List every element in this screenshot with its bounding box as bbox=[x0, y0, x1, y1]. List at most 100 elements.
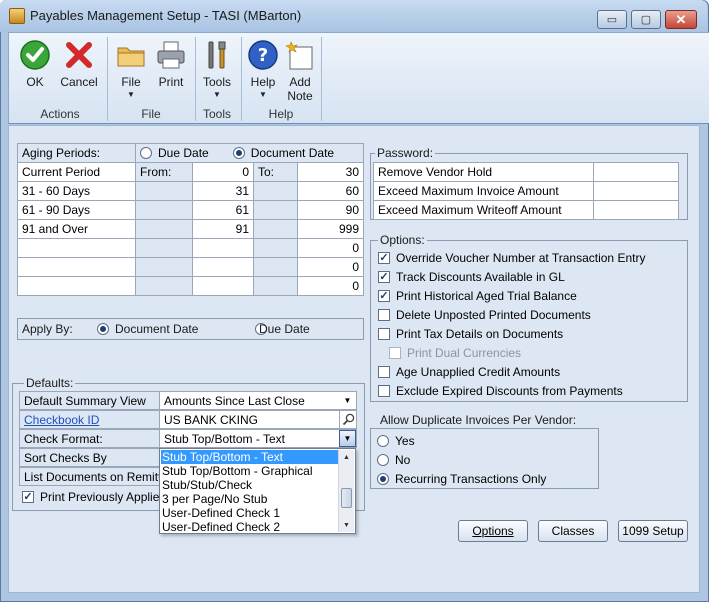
apply-document-date-radio[interactable] bbox=[97, 323, 109, 335]
option-row[interactable]: ✓ Track Discounts Available in GL bbox=[378, 270, 565, 284]
ok-button[interactable]: OK bbox=[15, 39, 55, 103]
scroll-up-icon[interactable]: ▲ bbox=[339, 450, 354, 464]
document-date-radio[interactable] bbox=[232, 147, 245, 159]
duplicate-recurring-row[interactable]: Recurring Transactions Only bbox=[377, 472, 546, 486]
magnifier-icon bbox=[342, 413, 354, 426]
option-row[interactable]: ✓ Print Historical Aged Trial Balance bbox=[378, 289, 577, 303]
option-label: Age Unapplied Credit Amounts bbox=[396, 365, 561, 379]
aging-period-name-cell[interactable] bbox=[17, 276, 136, 296]
option-row[interactable]: Print Dual Currencies bbox=[389, 346, 521, 360]
check-format-option[interactable]: User-Defined Check 1 bbox=[161, 506, 339, 520]
aging-from-cell[interactable]: 61 bbox=[192, 200, 254, 220]
option-checkbox[interactable]: ✓ bbox=[378, 252, 390, 264]
checkbook-id-link[interactable]: Checkbook ID bbox=[24, 413, 99, 427]
dropdown-scrollbar[interactable]: ▲ ▼ bbox=[338, 450, 354, 532]
duplicate-recurring-label: Recurring Transactions Only bbox=[395, 472, 547, 486]
scroll-down-icon[interactable]: ▼ bbox=[339, 518, 354, 532]
cancel-button[interactable]: Cancel bbox=[57, 39, 101, 103]
help-menu-button[interactable]: ? Help ▼ bbox=[245, 39, 281, 103]
help-question-icon: ? bbox=[247, 39, 279, 71]
check-format-option[interactable]: Stub Top/Bottom - Graphical bbox=[161, 464, 339, 478]
duplicate-yes-radio[interactable] bbox=[377, 435, 389, 447]
option-checkbox[interactable] bbox=[378, 328, 390, 340]
print-button[interactable]: Print bbox=[153, 39, 189, 103]
aging-period-name-cell[interactable]: 31 - 60 Days bbox=[17, 181, 136, 201]
aging-to-label-cell bbox=[253, 219, 298, 239]
check-format-option[interactable]: 3 per Page/No Stub bbox=[161, 492, 339, 506]
option-checkbox[interactable] bbox=[378, 366, 390, 378]
aging-from-label-cell bbox=[135, 181, 193, 201]
svg-text:?: ? bbox=[258, 45, 268, 66]
note-icon bbox=[284, 39, 316, 71]
option-row[interactable]: Delete Unposted Printed Documents bbox=[378, 308, 591, 322]
checkbook-id-field[interactable]: US BANK CKING bbox=[159, 410, 357, 429]
aging-period-name-cell[interactable] bbox=[17, 257, 136, 277]
options-button[interactable]: Options bbox=[458, 520, 528, 542]
group-separator bbox=[195, 37, 196, 121]
check-format-select[interactable]: Stub Top/Bottom - Text ▼ bbox=[159, 429, 357, 448]
aging-period-name-cell[interactable]: 91 and Over bbox=[17, 219, 136, 239]
tools-menu-button[interactable]: Tools ▼ bbox=[199, 39, 235, 103]
duplicate-recurring-radio[interactable] bbox=[377, 473, 389, 485]
duplicate-no-row[interactable]: No bbox=[377, 453, 410, 467]
option-row[interactable]: ✓ Override Voucher Number at Transaction … bbox=[378, 251, 645, 265]
option-checkbox[interactable]: ✓ bbox=[378, 271, 390, 283]
option-row[interactable]: Print Tax Details on Documents bbox=[378, 327, 563, 341]
aging-to-cell[interactable]: 999 bbox=[297, 219, 364, 239]
option-row[interactable]: Age Unapplied Credit Amounts bbox=[378, 365, 560, 379]
option-checkbox[interactable] bbox=[378, 309, 390, 321]
add-note-button[interactable]: Add Note bbox=[281, 39, 319, 103]
close-button[interactable]: ✕ bbox=[665, 10, 697, 29]
lookup-button[interactable] bbox=[339, 411, 356, 428]
option-checkbox[interactable] bbox=[389, 347, 401, 359]
password-input[interactable] bbox=[593, 200, 679, 220]
aging-to-label-cell bbox=[253, 238, 298, 258]
aging-from-cell[interactable] bbox=[192, 276, 254, 296]
aging-from-cell[interactable]: 31 bbox=[192, 181, 254, 201]
checkbook-id-label[interactable]: Checkbook ID bbox=[19, 410, 160, 429]
scroll-thumb[interactable] bbox=[341, 488, 352, 508]
aging-to-cell[interactable]: 90 bbox=[297, 200, 364, 220]
check-format-option[interactable]: Stub/Stub/Check bbox=[161, 478, 339, 492]
due-date-radio[interactable] bbox=[140, 147, 152, 159]
aging-to-label-cell bbox=[253, 257, 298, 277]
aging-to-cell[interactable]: 60 bbox=[297, 181, 364, 201]
aging-from-cell[interactable] bbox=[192, 238, 254, 258]
aging-from-cell[interactable]: 0 bbox=[192, 162, 254, 182]
group-label-tools: Tools bbox=[202, 107, 231, 121]
chevron-down-icon[interactable]: ▼ bbox=[339, 392, 356, 409]
option-row[interactable]: Exclude Expired Discounts from Payments bbox=[378, 384, 623, 398]
duplicate-no-radio[interactable] bbox=[377, 454, 389, 466]
aging-period-name-cell[interactable] bbox=[17, 238, 136, 258]
password-input[interactable] bbox=[593, 181, 679, 201]
aging-period-name-cell[interactable]: 61 - 90 Days bbox=[17, 200, 136, 220]
classes-button-label: Classes bbox=[551, 524, 595, 538]
aging-from-cell[interactable] bbox=[192, 257, 254, 277]
aging-period-name-cell[interactable]: Current Period bbox=[17, 162, 136, 182]
minimize-button[interactable]: ▭ bbox=[597, 10, 627, 29]
option-checkbox[interactable] bbox=[378, 385, 390, 397]
default-summary-view-select[interactable]: Amounts Since Last Close ▼ bbox=[159, 391, 357, 410]
duplicate-yes-row[interactable]: Yes bbox=[377, 434, 415, 448]
title-bar[interactable]: Payables Management Setup - TASI (MBarto… bbox=[0, 0, 707, 32]
print-previously-applied-checkbox[interactable]: ✓ bbox=[22, 491, 34, 503]
option-checkbox[interactable]: ✓ bbox=[378, 290, 390, 302]
check-format-option[interactable]: Stub Top/Bottom - Text bbox=[161, 450, 339, 464]
1099-setup-button[interactable]: 1099 Setup bbox=[618, 520, 688, 542]
aging-from-cell[interactable]: 91 bbox=[192, 219, 254, 239]
print-previously-applied-row[interactable]: ✓ Print Previously Applied D bbox=[22, 490, 178, 504]
aging-to-cell[interactable]: 0 bbox=[297, 238, 364, 258]
maximize-button[interactable]: ▢ bbox=[631, 10, 661, 29]
aging-periods-label: Aging Periods: bbox=[17, 143, 136, 163]
option-label: Print Historical Aged Trial Balance bbox=[396, 289, 577, 303]
aging-to-cell[interactable]: 30 bbox=[297, 162, 364, 182]
file-menu-button[interactable]: File ▼ bbox=[113, 39, 149, 103]
check-format-option[interactable]: User-Defined Check 2 bbox=[161, 520, 339, 534]
option-label: Track Discounts Available in GL bbox=[396, 270, 565, 284]
password-input[interactable] bbox=[593, 162, 679, 182]
aging-to-cell[interactable]: 0 bbox=[297, 276, 364, 296]
password-item-label: Exceed Maximum Invoice Amount bbox=[373, 181, 594, 201]
classes-button[interactable]: Classes bbox=[538, 520, 608, 542]
aging-to-cell[interactable]: 0 bbox=[297, 257, 364, 277]
chevron-down-icon[interactable]: ▼ bbox=[339, 430, 356, 447]
